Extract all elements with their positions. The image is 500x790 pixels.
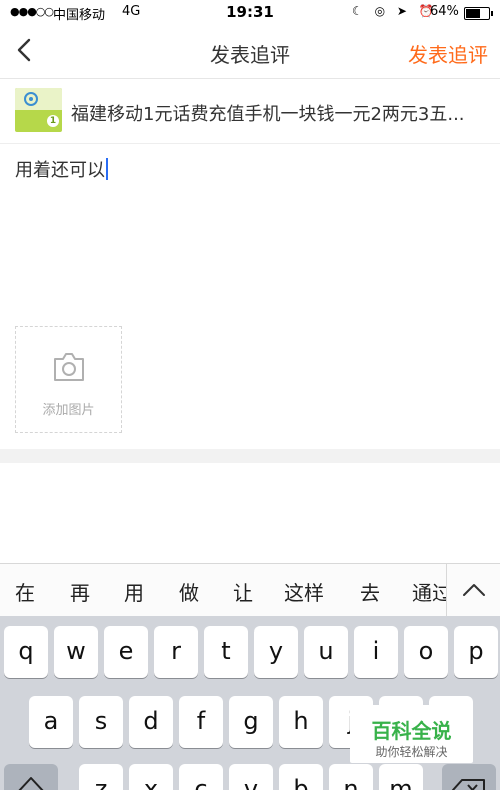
shift-icon <box>18 777 44 790</box>
key-e[interactable]: e <box>104 626 148 678</box>
key-z[interactable]: z <box>79 764 123 790</box>
watermark-subtitle: 助你轻松解决 <box>375 745 448 759</box>
watermark-title: 百科全说 <box>371 719 452 743</box>
key-s[interactable]: s <box>79 696 123 748</box>
key-r[interactable]: r <box>154 626 198 678</box>
suggestion-word[interactable]: 再 <box>70 577 90 606</box>
collapse-suggestions-button[interactable] <box>446 564 500 616</box>
publish-button[interactable]: 发表追评 <box>408 39 488 68</box>
recharge-badge-icon: 1 <box>47 115 59 127</box>
product-row: 1 福建移动1元话费充值手机一块钱一元2两元3五... <box>0 79 500 144</box>
keyboard: q w e r t y u i o p a s d f g h j k l z … <box>0 616 500 790</box>
key-p[interactable]: p <box>454 626 498 678</box>
key-o[interactable]: o <box>404 626 448 678</box>
suggestion-word[interactable]: 通过 <box>412 577 446 606</box>
key-c[interactable]: c <box>179 764 223 790</box>
key-v[interactable]: v <box>229 764 273 790</box>
key-x[interactable]: x <box>129 764 173 790</box>
key-g[interactable]: g <box>229 696 273 748</box>
keyboard-suggestion-bar: 在 再 用 做 让 这样 去 通过 <box>0 563 500 617</box>
chevron-up-icon <box>463 584 485 596</box>
key-w[interactable]: w <box>54 626 98 678</box>
key-i[interactable]: i <box>354 626 398 678</box>
mobile-logo-icon <box>24 92 38 106</box>
add-photo-button[interactable]: 添加图片 <box>15 326 122 433</box>
key-u[interactable]: u <box>304 626 348 678</box>
suggestion-word[interactable]: 用 <box>124 577 144 606</box>
suggestion-word[interactable]: 去 <box>360 577 380 606</box>
shift-key[interactable] <box>4 764 58 790</box>
battery-icon <box>464 7 493 20</box>
backspace-icon <box>452 779 485 790</box>
key-b[interactable]: b <box>279 764 323 790</box>
key-t[interactable]: t <box>204 626 248 678</box>
suggestion-word[interactable]: 这样 <box>284 577 324 606</box>
key-m[interactable]: m <box>379 764 423 790</box>
key-q[interactable]: q <box>4 626 48 678</box>
key-y[interactable]: y <box>254 626 298 678</box>
battery-fill <box>466 9 481 18</box>
key-a[interactable]: a <box>29 696 73 748</box>
suggestion-word[interactable]: 在 <box>15 577 35 606</box>
navigation-bar: 发表追评 发表追评 <box>0 26 500 79</box>
key-h[interactable]: h <box>279 696 323 748</box>
camera-icon <box>54 353 84 381</box>
suggestion-word[interactable]: 做 <box>179 577 199 606</box>
key-n[interactable]: n <box>329 764 373 790</box>
text-cursor <box>106 158 108 180</box>
comment-text: 用着还可以 <box>15 160 105 181</box>
comment-input[interactable]: 用着还可以 <box>15 156 108 182</box>
status-icons: ☾ ◎ ➤ ⏰ <box>352 4 438 18</box>
status-bar: ●●●○○ 中国移动 4G 19:31 ☾ ◎ ➤ ⏰ 64% <box>0 0 500 26</box>
section-divider <box>0 449 500 463</box>
product-thumbnail: 1 <box>15 88 62 132</box>
add-photo-label: 添加图片 <box>42 403 95 418</box>
key-f[interactable]: f <box>179 696 223 748</box>
battery-percent: 64% <box>430 4 459 19</box>
suggestion-word[interactable]: 让 <box>233 577 253 606</box>
key-d[interactable]: d <box>129 696 173 748</box>
watermark-logo: 百科全说 助你轻松解决 <box>350 705 473 763</box>
product-name: 福建移动1元话费充值手机一块钱一元2两元3五... <box>71 104 465 125</box>
delete-key[interactable] <box>442 764 496 790</box>
